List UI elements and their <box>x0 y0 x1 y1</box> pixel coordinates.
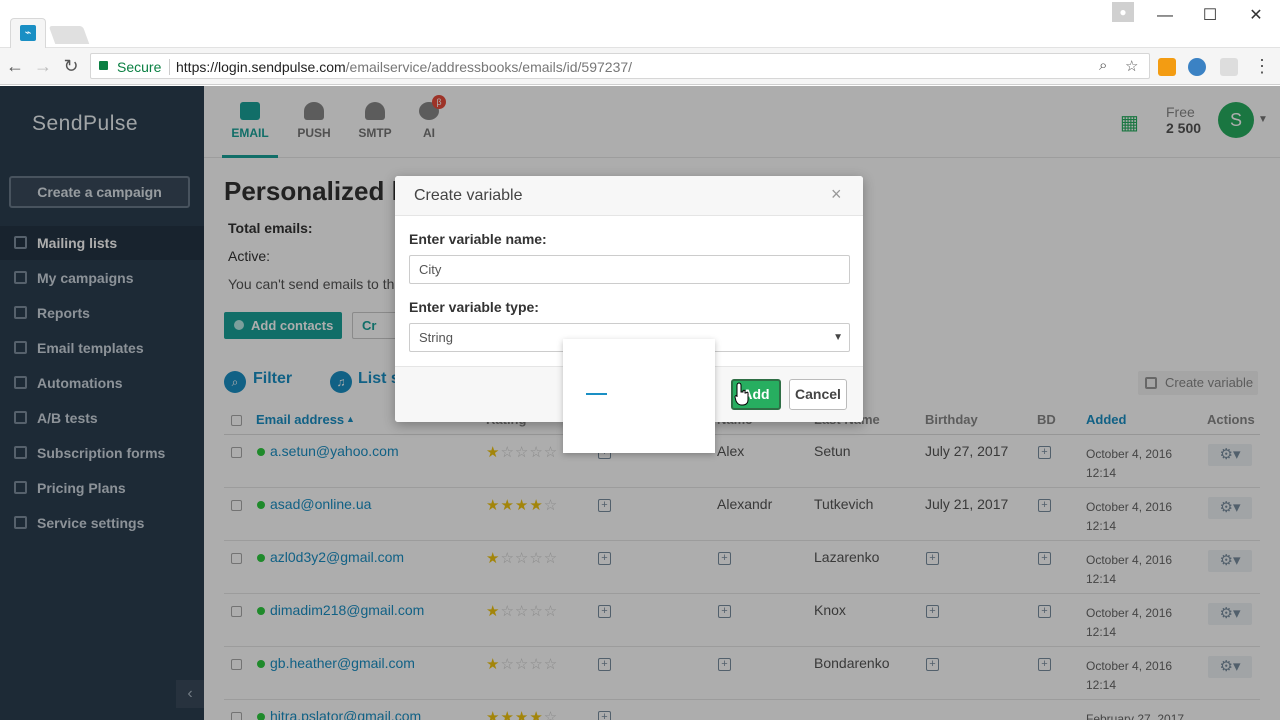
new-tab-button[interactable] <box>48 26 90 44</box>
zoom-icon[interactable]: ⌕ <box>1099 57 1107 74</box>
bookmark-star-icon[interactable]: ☆ <box>1125 57 1138 75</box>
modal-title: Create variable <box>414 187 523 204</box>
secure-label: Secure <box>117 59 162 75</box>
extension-off-icon[interactable] <box>1158 58 1176 76</box>
address-bar[interactable]: Secure https://login.sendpulse.com/email… <box>90 53 1150 79</box>
extension-icon[interactable] <box>1188 58 1206 76</box>
variable-name-label: Enter variable name: <box>409 231 547 247</box>
pulse-icon: ⌁ <box>20 25 36 41</box>
minimize-icon[interactable]: — <box>1150 6 1180 26</box>
loading-popup <box>563 339 715 453</box>
url-path: /emailservice/addressbooks/emails/id/597… <box>345 59 633 75</box>
maximize-icon[interactable]: ☐ <box>1195 6 1225 26</box>
variable-name-input[interactable]: City <box>409 255 850 284</box>
variable-type-value: String <box>419 330 453 345</box>
cancel-button[interactable]: Cancel <box>789 379 847 410</box>
back-icon[interactable]: ← <box>5 56 25 76</box>
browser-toolbar: ← → ↻ Secure https://login.sendpulse.com… <box>0 48 1280 85</box>
profile-icon[interactable]: ● <box>1112 2 1134 22</box>
menu-kebab-icon[interactable]: ⋮ <box>1252 56 1272 76</box>
forward-icon[interactable]: → <box>33 56 53 76</box>
reload-icon[interactable]: ↻ <box>61 56 81 76</box>
url-text: https://login.sendpulse.com/emailservice… <box>176 59 632 75</box>
close-icon[interactable]: × <box>831 184 842 205</box>
modal-header: Create variable × <box>395 176 863 216</box>
browser-tabbar: ⌁ ● — ☐ ✕ <box>0 0 1280 48</box>
translate-icon[interactable] <box>1220 58 1238 76</box>
hand-cursor-icon <box>734 382 749 406</box>
lock-icon <box>99 61 108 70</box>
omnibox-divider <box>169 59 170 75</box>
browser-tab[interactable]: ⌁ <box>10 18 46 48</box>
url-host: https://login.sendpulse.com <box>176 59 346 75</box>
chevron-down-icon: ▼ <box>833 332 843 343</box>
variable-type-label: Enter variable type: <box>409 299 539 315</box>
close-window-icon[interactable]: ✕ <box>1241 6 1271 26</box>
loading-indicator <box>586 393 607 395</box>
